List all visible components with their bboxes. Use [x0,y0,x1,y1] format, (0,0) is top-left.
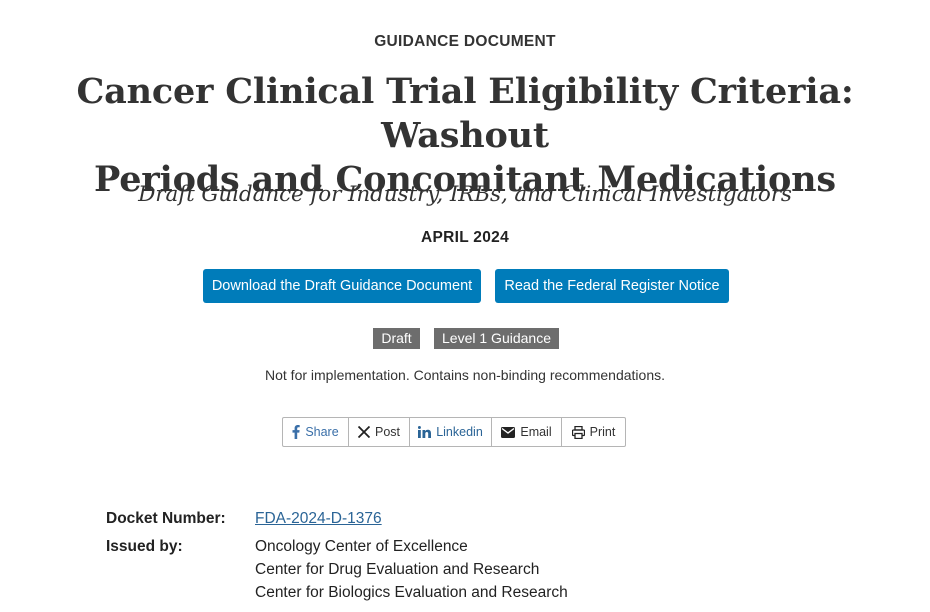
email-label: Email [520,425,552,439]
print-label: Print [589,425,616,439]
docket-number-label: Docket Number: [106,510,226,527]
document-type-label: GUIDANCE DOCUMENT [374,33,556,50]
facebook-icon [292,425,301,439]
docket-number-value: FDA-2024-D-1376 [255,507,382,530]
issued-by-label: Issued by: [106,538,183,555]
share-linkedin-button[interactable]: Linkedin [410,418,492,446]
issuer-item: Center for Biologics Evaluation and Rese… [255,584,568,601]
issuers-list: Oncology Center of Excellence Center for… [255,535,568,604]
page-subtitle: Draft Guidance for Industry, IRBs, and C… [138,182,792,207]
issuer-item: Center for Drug Evaluation and Research [255,561,540,578]
share-facebook-button[interactable]: Share [283,418,349,446]
share-toolbar: Share Post Linkedin Email Print [282,417,626,447]
share-email-button[interactable]: Email [492,418,562,446]
print-button[interactable]: Print [562,418,625,446]
share-label: Share [305,425,339,439]
implementation-notice: Not for implementation. Contains non-bin… [265,367,665,383]
level-1-guidance-badge: Level 1 Guidance [434,328,559,349]
x-icon [357,426,370,438]
post-x-button[interactable]: Post [349,418,410,446]
draft-badge: Draft [373,328,420,349]
issuer-item: Oncology Center of Excellence [255,538,468,555]
post-label: Post [374,425,400,439]
printer-icon [571,425,585,439]
envelope-icon [501,426,516,438]
linkedin-icon [418,426,432,438]
download-draft-guidance-button[interactable]: Download the Draft Guidance Document [203,269,481,303]
publication-date: APRIL 2024 [420,229,509,246]
federal-register-notice-button[interactable]: Read the Federal Register Notice [495,269,729,303]
linkedin-label: Linkedin [436,425,483,439]
title-line-1: Cancer Clinical Trial Eligibility Criter… [76,71,854,156]
docket-number-link[interactable]: FDA-2024-D-1376 [255,510,382,527]
